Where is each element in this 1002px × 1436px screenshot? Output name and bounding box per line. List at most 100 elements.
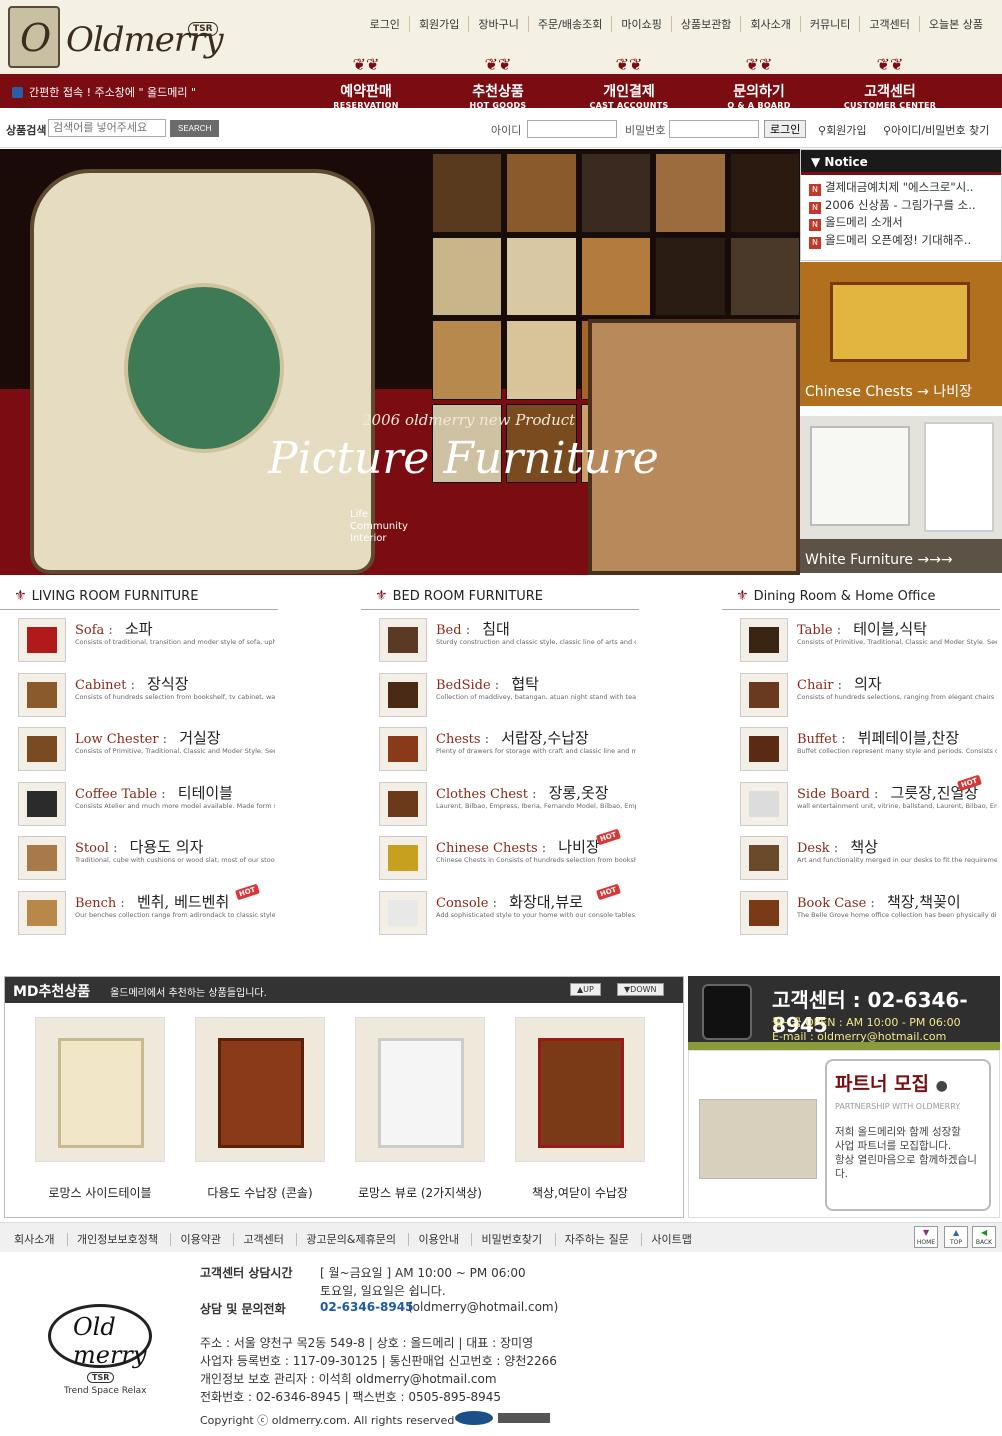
topnav-customer-center[interactable]: 고객센터	[859, 16, 918, 32]
category-item-title[interactable]: BedSide : 협탁	[436, 673, 539, 694]
mainnav-reservation[interactable]: 예약판매 RESERVATION	[306, 78, 426, 110]
category-item-title[interactable]: Desk : 책상	[797, 836, 878, 857]
category-item-title[interactable]: Side Board : 그릇장,진열장	[797, 782, 978, 803]
category-item[interactable]: Side Board : 그릇장,진열장 wall entertainment u…	[722, 774, 1000, 829]
footer-link-ad-partnership[interactable]: 광고문의&제휴문의	[296, 1233, 405, 1246]
side-board-thumbnail[interactable]	[740, 781, 788, 826]
hero-banner[interactable]: 2006 oldmerry new Product Picture Furnit…	[0, 149, 800, 575]
promo-chinese-chests[interactable]: Chinese Chests → 나비장	[800, 262, 1002, 406]
md-up-button[interactable]: ▲UP	[570, 983, 601, 996]
topnav-recent-items[interactable]: 오늘본 상품	[918, 16, 992, 32]
chests-thumbnail[interactable]	[379, 727, 427, 771]
topnav-cart[interactable]: 장바구니	[468, 16, 527, 32]
sofa-thumbnail[interactable]	[18, 618, 66, 662]
topnav-join[interactable]: 회원가입	[408, 16, 468, 32]
password-input[interactable]	[669, 120, 759, 138]
home-button[interactable]: ▼ HOME	[914, 1226, 938, 1248]
md-down-button[interactable]: ▼DOWN	[617, 983, 664, 996]
mainnav-customer-center[interactable]: 고객센터 CUSTOMER CENTER	[830, 78, 950, 110]
bed-thumbnail[interactable]	[379, 618, 427, 662]
footer-link-guide[interactable]: 이용안내	[408, 1233, 468, 1246]
top-button[interactable]: ▲ TOP	[944, 1226, 968, 1248]
console-thumbnail[interactable]	[379, 890, 427, 935]
category-item-title[interactable]: Coffee Table : 티테이블	[75, 782, 233, 803]
category-item-title[interactable]: Table : 테이블,식탁	[797, 618, 927, 639]
topnav-order-status[interactable]: 주문/배송조회	[527, 16, 611, 32]
category-item[interactable]: Bench : 벤취, 베드벤취 Our benches collection r…	[0, 883, 278, 938]
category-item[interactable]: Console : 화장대,뷰로 Add sophisticated style …	[361, 883, 639, 938]
category-item-title[interactable]: Low Chester : 거실장	[75, 727, 221, 748]
category-item-title[interactable]: Chinese Chests : 나비장	[436, 836, 600, 857]
footer-link-faq[interactable]: 자주하는 질문	[554, 1233, 638, 1246]
topnav-community[interactable]: 커뮤니티	[799, 16, 859, 32]
topnav-wishlist[interactable]: 상품보관함	[670, 16, 741, 32]
topnav-login[interactable]: 로그인	[361, 16, 409, 32]
table-thumbnail[interactable]	[740, 618, 788, 662]
md-item[interactable]: 다용도 수납장 (콘솔)	[185, 1017, 335, 1201]
category-item[interactable]: Stool : 다용도 의자 Traditional, cube with cus…	[0, 828, 278, 883]
site-logo[interactable]: O Oldmerry TSR	[8, 6, 224, 68]
category-item-title[interactable]: Cabinet : 장식장	[75, 673, 189, 694]
book-case-thumbnail[interactable]	[740, 890, 788, 935]
mainnav-qa-board[interactable]: 문의하기 Q & A BOARD	[699, 78, 819, 110]
category-item-title[interactable]: Chests : 서랍장,수납장	[436, 727, 589, 748]
notice-item[interactable]: N 올드메리 오픈예정! 기대해주..	[809, 232, 993, 250]
coffee-table-thumbnail[interactable]	[18, 781, 66, 826]
category-item[interactable]: Buffet : 뷔페테이블,찬장 Buffet collection repre…	[722, 719, 1000, 774]
low-chester-thumbnail[interactable]	[18, 727, 66, 771]
notice-item[interactable]: N 결제대금예치제 "에스크로"시..	[809, 179, 993, 197]
category-item-title[interactable]: Sofa : 소파	[75, 618, 153, 639]
category-item[interactable]: BedSide : 협탁 Collection of maddivey, bata…	[361, 665, 639, 720]
mainnav-hot-goods[interactable]: 추천상품 HOT GOODS	[438, 78, 558, 110]
category-item[interactable]: Table : 테이블,식탁 Consists of Primitive, Tra…	[722, 610, 1000, 665]
chair-thumbnail[interactable]	[740, 672, 788, 717]
footer-link-about[interactable]: 회사소개	[14, 1233, 63, 1246]
chinese-chests-thumbnail[interactable]	[379, 836, 427, 880]
category-item[interactable]: Coffee Table : 티테이블 Consists Atelier and …	[0, 774, 278, 829]
category-item[interactable]: Cabinet : 장식장 Consists of hundreds select…	[0, 665, 278, 720]
bedside-thumbnail[interactable]	[379, 672, 427, 717]
mainnav-reservation[interactable]: ❦❦	[306, 56, 426, 74]
category-item[interactable]: Chests : 서랍장,수납장 Plenty of drawers for st…	[361, 719, 639, 774]
category-item-title[interactable]: Stool : 다용도 의자	[75, 836, 203, 857]
footer-link-find-password[interactable]: 비밀번호찾기	[471, 1233, 552, 1246]
stool-thumbnail[interactable]	[18, 836, 66, 880]
notice-item[interactable]: N 올드메리 소개서	[809, 214, 993, 232]
category-item[interactable]: Low Chester : 거실장 Consists of Primitive, …	[0, 719, 278, 774]
notice-item[interactable]: N 2006 신상품 - 그림가구를 소..	[809, 197, 993, 215]
footer-link-customer-center[interactable]: 고객센터	[233, 1233, 293, 1246]
join-link[interactable]: ⚲회원가입	[818, 122, 867, 138]
category-item[interactable]: Book Case : 책장,책꽂이 The Belle Grove home o…	[722, 883, 1000, 938]
partner-recruit-box[interactable]: 파트너 모집 ● PARTNERSHIP WITH OLDMERRY 저희 올드…	[688, 1050, 1000, 1218]
md-item[interactable]: 책상,여닫이 수납장	[505, 1017, 655, 1201]
id-input[interactable]	[527, 120, 617, 138]
promo-white-furniture[interactable]: White Furniture →→→	[800, 416, 1002, 573]
category-item[interactable]: Clothes Chest : 장롱,옷장 Laurent, Bilbao, Em…	[361, 774, 639, 829]
back-button[interactable]: ◀ BACK	[972, 1226, 996, 1248]
category-item[interactable]: Sofa : 소파 Consists of traditional, transi…	[0, 610, 278, 665]
topnav-about[interactable]: 회사소개	[740, 16, 799, 32]
md-item[interactable]: 로망스 사이드테이블	[25, 1017, 175, 1201]
category-item[interactable]: Chair : 의자 Consists of hundreds selection…	[722, 665, 1000, 720]
category-item-title[interactable]: Chair : 의자	[797, 673, 882, 694]
search-input[interactable]	[48, 119, 166, 137]
login-button[interactable]: 로그인	[764, 120, 807, 138]
buffet-thumbnail[interactable]	[740, 727, 788, 771]
clothes-chest-thumbnail[interactable]	[379, 781, 427, 826]
category-item-title[interactable]: Buffet : 뷔페테이블,찬장	[797, 727, 959, 748]
search-button[interactable]: SEARCH	[170, 120, 220, 137]
md-item[interactable]: 로망스 뷰로 (2가지색상)	[345, 1017, 495, 1201]
category-item[interactable]: Chinese Chests : 나비장 Chinese Chests in Co…	[361, 828, 639, 883]
category-item-title[interactable]: Bed : 침대	[436, 618, 510, 639]
category-item[interactable]: Bed : 침대 Sturdy construction and classic …	[361, 610, 639, 665]
footer-link-sitemap[interactable]: 사이트맵	[641, 1233, 701, 1246]
footer-link-terms[interactable]: 이용약관	[170, 1233, 230, 1246]
category-item-title[interactable]: Bench : 벤취, 베드벤취	[75, 891, 229, 912]
bench-thumbnail[interactable]	[18, 890, 66, 935]
mainnav-cast-accounts[interactable]: 개인결제 CAST ACCOUNTS	[569, 78, 689, 110]
category-item-title[interactable]: Clothes Chest : 장롱,옷장	[436, 782, 609, 803]
category-item[interactable]: Desk : 책상 Art and functionality merged in…	[722, 828, 1000, 883]
footer-link-privacy[interactable]: 개인정보보호정책	[66, 1233, 167, 1246]
category-item-title[interactable]: Console : 화장대,뷰로	[436, 891, 583, 912]
topnav-my-shopping[interactable]: 마이쇼핑	[611, 16, 670, 32]
